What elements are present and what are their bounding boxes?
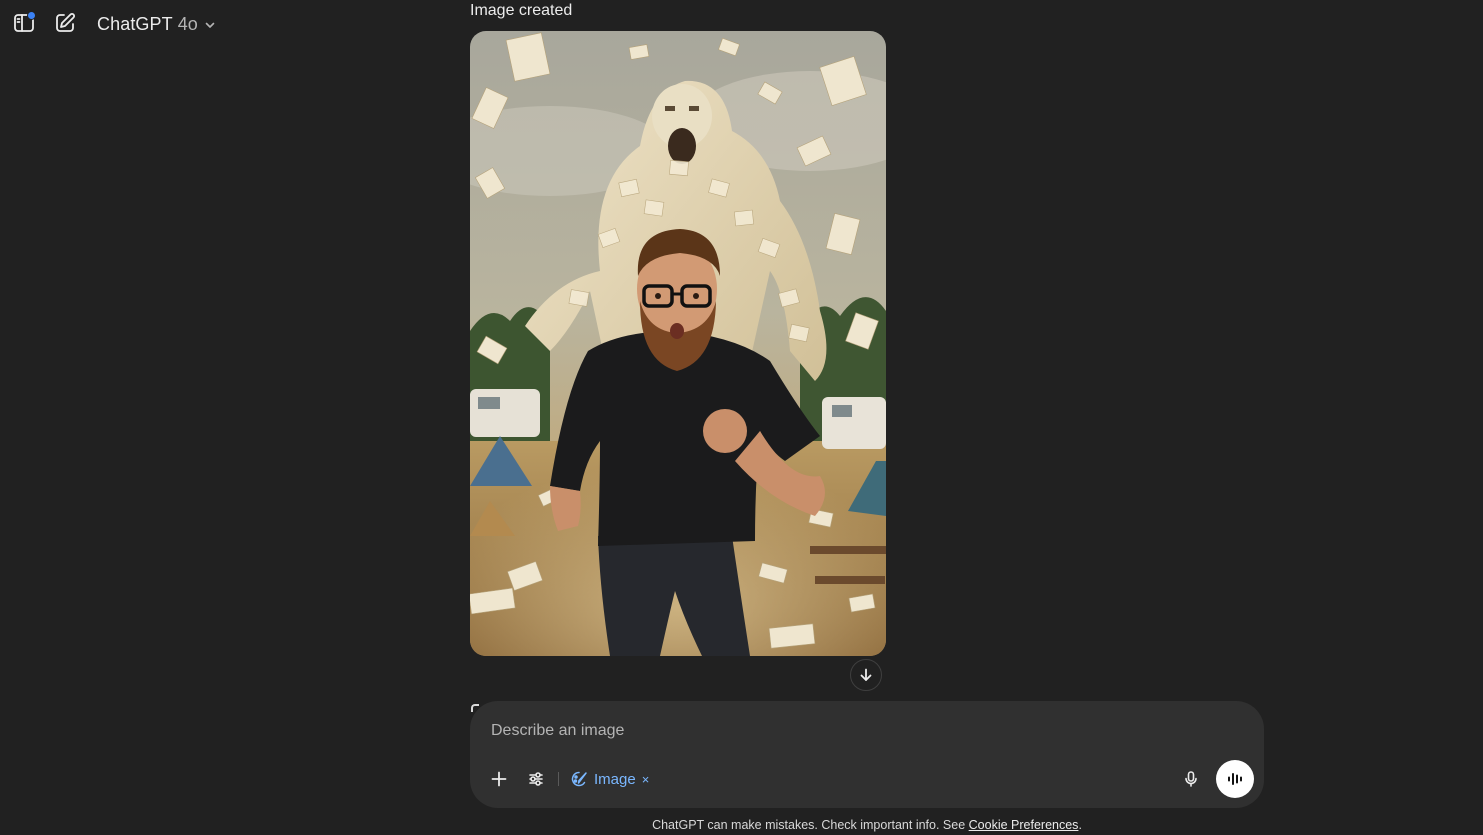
disclaimer-text: ChatGPT can make mistakes. Check importa…: [652, 818, 966, 832]
image-tool-label: Image: [594, 770, 636, 788]
prompt-input[interactable]: [491, 717, 1231, 745]
image-brush-icon: [570, 770, 588, 788]
generated-image-illustration: [470, 31, 886, 656]
compose-icon: [56, 13, 75, 32]
model-version: 4o: [177, 13, 198, 34]
disclaimer-trailing: .: [1078, 818, 1082, 832]
dictate-button[interactable]: [1175, 763, 1207, 795]
model-name: ChatGPT: [97, 13, 173, 34]
new-chat-button[interactable]: [51, 9, 79, 37]
sidebar-toggle-button[interactable]: [10, 9, 38, 37]
chevron-down-icon: [205, 22, 215, 28]
composer-resize-handle[interactable]: [471, 704, 479, 712]
microphone-icon: [1185, 771, 1197, 787]
scroll-to-bottom-button[interactable]: [850, 659, 882, 691]
cookie-preferences-link[interactable]: Cookie Preferences: [969, 818, 1079, 832]
arrow-down-icon: [860, 668, 872, 681]
notification-dot: [27, 11, 36, 20]
sliders-icon: [529, 772, 543, 786]
toolbar-divider: [558, 772, 559, 786]
voice-waveform-icon: [1228, 773, 1242, 785]
composer: Image ×: [470, 701, 1264, 808]
plus-icon: [491, 771, 507, 787]
add-attachment-button[interactable]: [483, 763, 515, 795]
image-created-label: Image created: [470, 2, 573, 19]
image-tool-pill[interactable]: Image ×: [570, 765, 649, 793]
remove-image-tool-button[interactable]: ×: [642, 772, 650, 787]
generated-image[interactable]: [470, 31, 886, 656]
voice-mode-button[interactable]: [1216, 760, 1254, 798]
disclaimer: ChatGPT can make mistakes. Check importa…: [470, 818, 1264, 832]
model-selector[interactable]: ChatGPT 4o: [97, 12, 216, 36]
tools-button[interactable]: [520, 763, 552, 795]
chatgpt-app: ChatGPT 4o Image created Describe an ima…: [0, 0, 1483, 835]
